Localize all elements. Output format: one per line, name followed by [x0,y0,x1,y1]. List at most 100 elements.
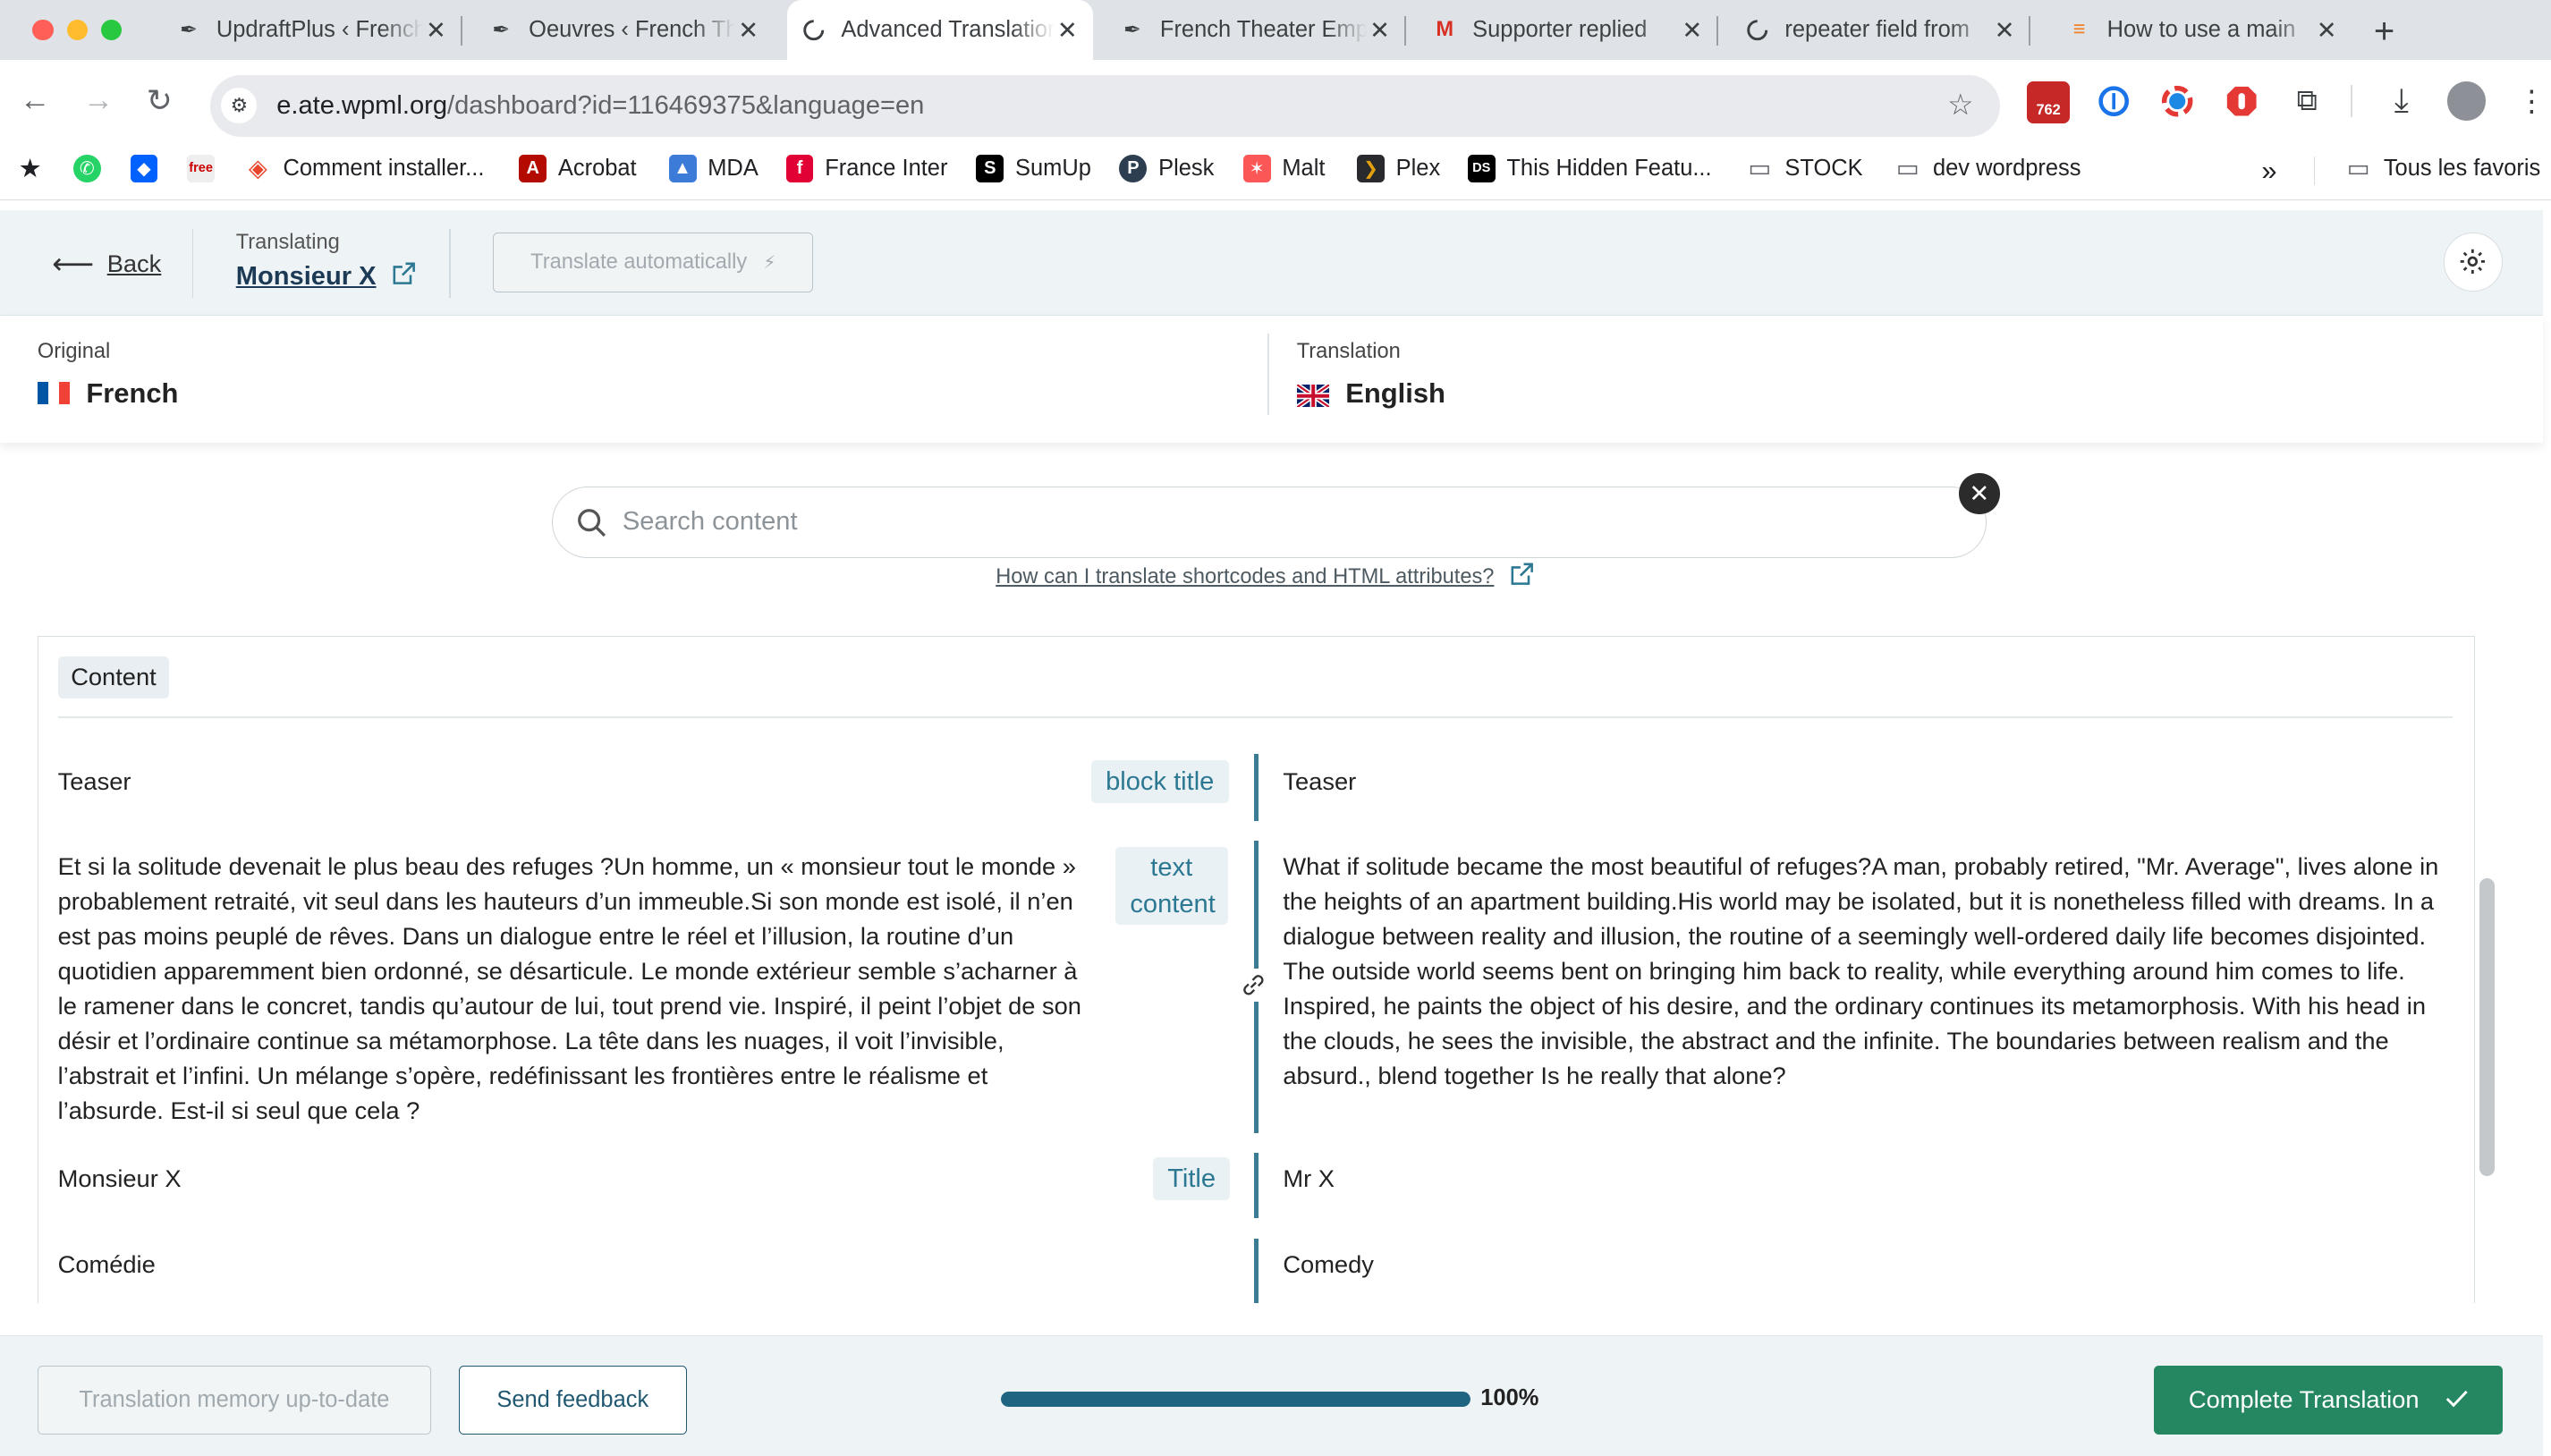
progress-fill [1000,1392,1471,1407]
tab-oeuvres[interactable]: ✒ Oeuvres ‹ French Theater ✕ [475,0,775,60]
bookmark-star-icon[interactable]: ☆ [1947,88,1973,122]
all-bookmarks[interactable]: ▭ Tous les favoris [2344,154,2540,182]
settings-button[interactable] [2444,233,2503,292]
back-arrow-icon[interactable]: ← [20,83,51,118]
translation-segment[interactable]: What if solitude became the most beautif… [1283,849,2454,1094]
shortcodes-help-link[interactable]: How can I translate shortcodes and HTML … [996,563,1533,591]
url-host: e.ate.wpml.org [276,90,448,120]
onepassword-icon[interactable] [2094,81,2133,121]
back-button[interactable]: ⟵ Back [52,247,161,281]
color-picker-extension-icon[interactable] [2157,81,2197,121]
translation-segment[interactable]: Mr X [1283,1161,2454,1196]
segment-type-tag: Title [1152,1157,1231,1200]
extensions-puzzle-icon[interactable]: ⧉ [2288,81,2327,121]
address-bar[interactable]: ⚙ e.ate.wpml.org/dashboard?id=116469375&… [209,74,2000,137]
close-icon[interactable]: ✕ [1959,473,2000,514]
download-icon[interactable]: ⤓ [2382,81,2421,121]
original-caption: Original [37,340,111,364]
close-tab-icon[interactable]: ✕ [423,16,449,45]
source-segment: Et si la solitude devenait le plus beau … [57,851,1081,1125]
feather-icon: ✒ [1123,19,1141,43]
translation-caption: Translation [1296,340,1401,364]
forward-arrow-icon[interactable]: → [83,83,114,118]
close-tab-icon[interactable]: ✕ [2314,16,2340,45]
feather-icon: ✒ [492,19,511,43]
wpml-icon [801,17,826,43]
sumup-icon: S [976,154,1004,182]
document-link[interactable]: Monsieur X [236,262,415,292]
reload-icon[interactable]: ↻ [147,83,173,119]
bookmark-dev-wordpress[interactable]: ▭ dev wordpress [1894,154,2081,182]
external-link-icon [1511,563,1533,591]
uk-flag-icon [1295,382,1331,410]
site-settings-icon[interactable]: ⚙ [221,88,258,124]
bookmark-france-inter[interactable]: f France Inter [785,154,947,182]
content-section-label: Content [57,656,170,698]
profile-avatar[interactable] [2446,80,2487,121]
adblock-icon[interactable] [2223,81,2262,121]
france-inter-icon: f [785,154,814,182]
browser-menu-icon[interactable]: ⋮ [2513,81,2551,121]
search-icon [577,508,606,538]
bookmark-malt[interactable]: ✶ Malt [1242,154,1325,182]
wpml-icon [1744,17,1770,43]
arrow-left-icon: ⟵ [52,247,95,281]
checkmark-icon [2445,1385,2468,1414]
original-language-name: French [86,377,179,409]
bookmark-plesk[interactable]: P Plesk [1119,154,1214,182]
more-bookmarks-button[interactable]: » [2261,155,2276,187]
link-segments-icon[interactable] [1237,969,1270,1002]
tab-repeater-field[interactable]: repeater field from ✕ [1731,0,2031,60]
window-controls [32,19,123,41]
browser-tabstrip: ✒ UpdraftPlus ‹ French Theater ✕ ✒ Oeuvr… [0,0,2551,61]
send-feedback-button[interactable]: Send feedback [458,1366,687,1435]
minimize-window-button[interactable] [66,19,89,41]
zoom-window-button[interactable] [100,19,123,41]
original-language: Original French [37,340,179,410]
close-tab-icon[interactable]: ✕ [1991,16,2017,45]
mda-icon: ▲ [668,154,697,182]
malt-icon: ✶ [1242,154,1271,182]
close-tab-icon[interactable]: ✕ [1367,16,1393,45]
bookmark-dropbox[interactable]: ◆ [130,154,170,182]
close-tab-icon[interactable]: ✕ [735,16,761,45]
bookmark-plex[interactable]: ❯ Plex [1357,154,1440,182]
close-tab-icon[interactable]: ✕ [1055,16,1081,45]
progress-bar [1000,1392,1471,1407]
scrollbar-thumb[interactable] [2479,878,2495,1177]
search-input[interactable]: Search content [623,507,798,537]
complete-translation-button[interactable]: Complete Translation [2154,1366,2503,1435]
translation-segment[interactable]: Teaser [1283,764,2454,799]
bookmark-hidden-feature[interactable]: DS This Hidden Featu... [1467,154,1712,182]
new-tab-button[interactable]: + [2374,12,2394,52]
editor-footer: Translation memory up-to-date Send feedb… [0,1335,2544,1456]
bookmark-free[interactable]: free [187,154,226,182]
bookmark-stock[interactable]: ▭ STOCK [1746,154,1862,182]
progress-percent: 100% [1480,1384,1539,1410]
bookmark-acrobat[interactable]: A Acrobat [519,154,637,182]
tab-supporter-replied[interactable]: M Supporter replied ✕ [1419,0,1718,60]
translation-segment[interactable]: Comedy [1283,1247,2454,1282]
bookmark-sumup[interactable]: S SumUp [976,154,1091,182]
tab-french-theater-emporium[interactable]: ✒ French Theater Emporium ✕ [1106,0,1406,60]
tab-updraftplus[interactable]: ✒ UpdraftPlus ‹ French Theater ✕ [163,0,462,60]
bookmark-mda[interactable]: ▲ MDA [668,154,759,182]
acrobat-icon: A [519,154,547,182]
close-window-button[interactable] [32,19,55,41]
whatsapp-icon: ✆ [72,154,101,182]
source-segment: Teaser [57,767,131,796]
segment-type-tag: text content [1115,846,1228,926]
tab-how-to-use-main[interactable]: ≡ How to use a main ✕ [2054,0,2353,60]
translation-memory-button[interactable]: Translation memory up-to-date [37,1366,432,1435]
bookmark-comment-installer[interactable]: ◈ Comment installer... [244,154,485,182]
translate-automatically-button[interactable]: Translate automatically ⚡︎ [493,233,814,293]
bookmark-whatsapp[interactable]: ✆ [72,154,113,182]
stackoverflow-icon: ≡ [2072,18,2086,42]
content-panel: Content Teaser block title Teaser Et si … [37,636,2475,1303]
feather-icon: ✒ [180,19,198,43]
tab-advanced-translation-editor[interactable]: Advanced Translation Editor ✕ [787,0,1094,61]
ds-icon: DS [1467,154,1496,182]
bookmark-star[interactable]: ★ [16,155,55,183]
calendar-extension-icon[interactable]: 762 [2027,80,2070,124]
close-tab-icon[interactable]: ✕ [1679,16,1705,45]
